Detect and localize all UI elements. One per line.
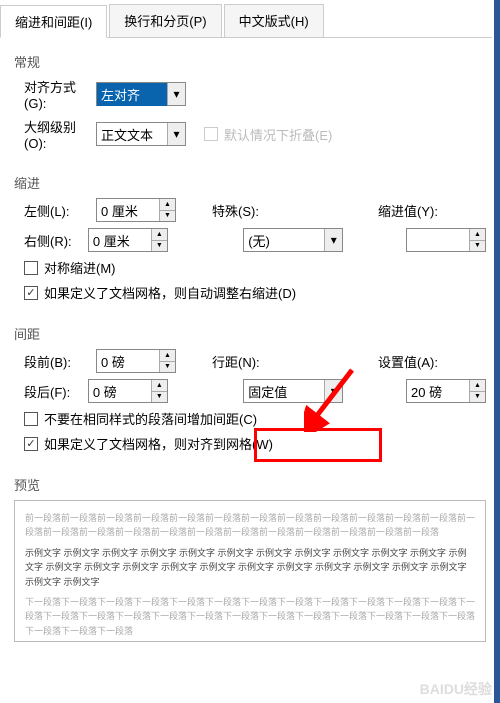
indent-by-spinner[interactable]: ▲▼ <box>406 228 486 252</box>
alignment-select[interactable]: 左对齐 ▾ <box>96 82 186 106</box>
snap-to-grid-label: 如果定义了文档网格，则对齐到网格(W) <box>44 434 273 453</box>
caret-up-icon[interactable]: ▲ <box>470 229 485 241</box>
indent-left-value: 0 厘米 <box>97 199 159 222</box>
alignment-value: 左对齐 <box>97 83 167 106</box>
chevron-down-icon: ▾ <box>324 380 342 402</box>
space-after-value: 0 磅 <box>89 380 151 403</box>
section-general-title: 常规 <box>14 52 486 71</box>
chevron-down-icon: ▾ <box>167 83 185 105</box>
space-before-value: 0 磅 <box>97 350 159 373</box>
indent-left-label: 左侧(L): <box>24 201 96 220</box>
indent-by-label: 缩进值(Y): <box>372 201 442 220</box>
caret-up-icon[interactable]: ▲ <box>160 350 175 362</box>
caret-up-icon[interactable]: ▲ <box>160 199 175 211</box>
tab-line-page-breaks[interactable]: 换行和分页(P) <box>109 4 221 37</box>
space-before-label: 段前(B): <box>24 352 96 371</box>
caret-down-icon[interactable]: ▼ <box>470 241 485 252</box>
mirror-indent-checkbox[interactable] <box>24 261 38 275</box>
indent-right-value: 0 厘米 <box>89 229 151 252</box>
alignment-label: 对齐方式(G): <box>14 77 96 111</box>
preview-sample-text: 示例文字 示例文字 示例文字 示例文字 示例文字 示例文字 示例文字 示例文字 … <box>25 546 475 589</box>
special-select[interactable]: (无) ▾ <box>243 228 343 252</box>
at-spinner[interactable]: 20 磅 ▲▼ <box>406 379 486 403</box>
auto-adjust-indent-label: 如果定义了文档网格，则自动调整右缩进(D) <box>44 283 296 302</box>
caret-down-icon[interactable]: ▼ <box>152 241 167 252</box>
caret-down-icon[interactable]: ▼ <box>160 211 175 222</box>
outline-level-select[interactable]: 正文文本 ▾ <box>96 122 186 146</box>
chevron-down-icon: ▾ <box>167 123 185 145</box>
preview-prev-text: 前一段落前一段落前一段落前一段落前一段落前一段落前一段落前一段落前一段落前一段落… <box>25 511 475 540</box>
watermark: BAIDU经验 <box>420 679 492 699</box>
outline-level-label: 大纲级别(O): <box>14 117 96 151</box>
tab-indent-spacing[interactable]: 缩进和间距(I) <box>0 5 107 38</box>
snap-to-grid-checkbox[interactable]: ✓ <box>24 437 38 451</box>
caret-down-icon[interactable]: ▼ <box>470 392 485 403</box>
at-value: 20 磅 <box>407 380 469 403</box>
collapse-label: 默认情况下折叠(E) <box>224 125 332 144</box>
indent-right-spinner[interactable]: 0 厘米 ▲▼ <box>88 228 168 252</box>
collapse-checkbox <box>204 127 218 141</box>
caret-down-icon[interactable]: ▼ <box>152 392 167 403</box>
line-spacing-value: 固定值 <box>244 380 324 403</box>
no-space-same-style-checkbox[interactable] <box>24 412 38 426</box>
preview-next-text: 下一段落下一段落下一段落下一段落下一段落下一段落下一段落下一段落下一段落下一段落… <box>25 595 475 638</box>
section-indent-title: 缩进 <box>14 173 486 192</box>
tab-bar: 缩进和间距(I) 换行和分页(P) 中文版式(H) <box>0 0 492 38</box>
line-spacing-select[interactable]: 固定值 ▾ <box>243 379 343 403</box>
space-after-spinner[interactable]: 0 磅 ▲▼ <box>88 379 168 403</box>
mirror-indent-label: 对称缩进(M) <box>44 258 116 277</box>
section-preview-title: 预览 <box>14 475 486 494</box>
indent-by-value <box>407 238 469 242</box>
tab-asian-typography[interactable]: 中文版式(H) <box>224 4 324 37</box>
special-label: 特殊(S): <box>204 201 270 220</box>
chevron-down-icon: ▾ <box>324 229 342 251</box>
indent-right-label: 右侧(R): <box>24 231 88 250</box>
space-before-spinner[interactable]: 0 磅 ▲▼ <box>96 349 176 373</box>
preview-box: 前一段落前一段落前一段落前一段落前一段落前一段落前一段落前一段落前一段落前一段落… <box>14 500 486 642</box>
auto-adjust-indent-checkbox[interactable]: ✓ <box>24 286 38 300</box>
at-label: 设置值(A): <box>372 352 442 371</box>
section-spacing-title: 间距 <box>14 324 486 343</box>
outline-level-value: 正文文本 <box>97 123 167 146</box>
caret-up-icon[interactable]: ▲ <box>152 229 167 241</box>
line-spacing-label: 行距(N): <box>204 352 270 371</box>
no-space-same-style-label: 不要在相同样式的段落间增加间距(C) <box>44 409 257 428</box>
caret-up-icon[interactable]: ▲ <box>470 380 485 392</box>
indent-left-spinner[interactable]: 0 厘米 ▲▼ <box>96 198 176 222</box>
caret-up-icon[interactable]: ▲ <box>152 380 167 392</box>
space-after-label: 段后(F): <box>24 382 88 401</box>
special-value: (无) <box>244 229 324 252</box>
caret-down-icon[interactable]: ▼ <box>160 362 175 373</box>
